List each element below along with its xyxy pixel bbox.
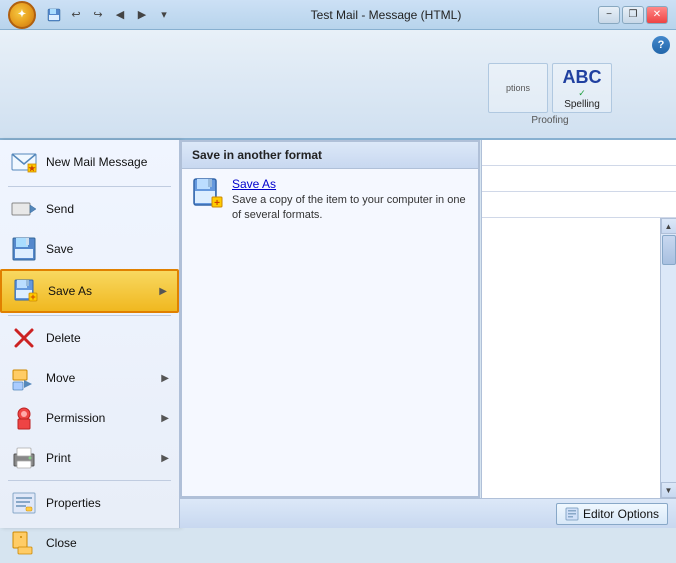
office-button[interactable]: ✦ — [8, 1, 36, 29]
ribbon: ? ptions ABC ✓ Spelling Proofing — [0, 30, 676, 140]
move-label: Move — [46, 371, 153, 385]
editor-options-icon — [565, 507, 579, 521]
menu-item-permission[interactable]: Permission ▶ — [0, 398, 179, 438]
separator-2 — [8, 315, 171, 316]
new-mail-label: New Mail Message — [46, 155, 169, 169]
permission-arrow: ▶ — [161, 413, 169, 424]
save-icon — [10, 235, 38, 263]
menu-item-save-as[interactable]: + Save As ▶ — [0, 269, 179, 313]
menu-item-move[interactable]: Move ▶ — [0, 358, 179, 398]
redo-toolbar-btn[interactable]: ↪ — [88, 5, 108, 25]
editor-options-button[interactable]: Editor Options — [556, 503, 668, 525]
cc-field[interactable] — [482, 166, 676, 192]
to-field[interactable] — [482, 140, 676, 166]
restore-button[interactable]: ❐ — [622, 6, 644, 24]
separator-1 — [8, 186, 171, 187]
abc-text: ABC — [563, 67, 602, 88]
menu-item-new-mail[interactable]: ★ New Mail Message — [0, 140, 179, 184]
save-toolbar-btn[interactable] — [44, 5, 64, 25]
scrollbar: ▲ ▼ — [660, 218, 676, 498]
spelling-group-btn[interactable]: ABC ✓ Spelling — [552, 63, 612, 113]
new-mail-icon: ★ — [10, 148, 38, 176]
main-area: ▲ ▼ ★ New Mail Me — [0, 140, 676, 528]
title-bar-left: ✦ ↩ ↪ ◀ ▶ ▾ — [8, 1, 174, 29]
menu-item-properties[interactable]: Properties — [0, 483, 179, 523]
customize-toolbar-btn[interactable]: ▾ — [154, 5, 174, 25]
save-as-arrow: ▶ — [159, 286, 167, 297]
scroll-track — [661, 234, 676, 482]
print-label: Print — [46, 451, 153, 465]
submenu-panel: Save in another format + Save As Save a … — [180, 140, 480, 498]
separator-3 — [8, 480, 171, 481]
properties-icon — [10, 489, 38, 517]
svg-text:★: ★ — [28, 164, 36, 173]
forward-toolbar-btn[interactable]: ▶ — [132, 5, 152, 25]
ribbon-right: ptions ABC ✓ Spelling Proofing — [476, 30, 676, 138]
send-label: Send — [46, 202, 169, 216]
proofing-group-label: Proofing — [531, 115, 568, 126]
menu-item-close[interactable]: Close — [0, 523, 179, 563]
menu-item-send[interactable]: Send — [0, 189, 179, 229]
send-icon — [10, 195, 38, 223]
quick-access-toolbar: ↩ ↪ ◀ ▶ ▾ — [44, 5, 174, 25]
email-area: ▲ ▼ — [481, 140, 676, 498]
submenu-item-desc: Save a copy of the item to your computer… — [232, 193, 468, 224]
office-icon: ✦ — [18, 9, 26, 20]
submenu-content: Save As Save a copy of the item to your … — [232, 177, 468, 224]
options-group-btn[interactable]: ptions — [488, 63, 548, 113]
move-arrow: ▶ — [161, 373, 169, 384]
print-arrow: ▶ — [161, 453, 169, 464]
close-label: Close — [46, 536, 169, 550]
editor-options-label: Editor Options — [583, 507, 659, 521]
window-controls: − ❐ ✕ — [598, 6, 668, 24]
menu-item-print[interactable]: Print ▶ — [0, 438, 179, 478]
print-icon — [10, 444, 38, 472]
svg-text:+: + — [214, 198, 220, 209]
editor-options-bar: Editor Options — [180, 498, 676, 528]
svg-text:+: + — [30, 292, 35, 302]
title-bar: ✦ ↩ ↪ ◀ ▶ ▾ Test Mail - Message (HTML) −… — [0, 0, 676, 30]
options-label: ptions — [506, 83, 530, 93]
menu-item-save[interactable]: Save — [0, 229, 179, 269]
scroll-up-arrow[interactable]: ▲ — [661, 218, 676, 234]
scroll-thumb[interactable] — [662, 235, 676, 265]
window-title: Test Mail - Message (HTML) — [174, 8, 598, 22]
properties-label: Properties — [46, 496, 169, 510]
undo-toolbar-btn[interactable]: ↩ — [66, 5, 86, 25]
back-toolbar-btn[interactable]: ◀ — [110, 5, 130, 25]
delete-icon — [10, 324, 38, 352]
submenu-header: Save in another format — [182, 142, 478, 169]
permission-label: Permission — [46, 411, 153, 425]
save-as-label: Save As — [48, 284, 151, 298]
save-label: Save — [46, 242, 169, 256]
save-as-icon: + — [12, 277, 40, 305]
email-body[interactable]: ▲ ▼ — [482, 218, 676, 498]
delete-label: Delete — [46, 331, 169, 345]
menu-item-delete[interactable]: Delete — [0, 318, 179, 358]
subject-field[interactable] — [482, 192, 676, 218]
scroll-down-arrow[interactable]: ▼ — [661, 482, 676, 498]
close-button[interactable]: ✕ — [646, 6, 668, 24]
move-icon — [10, 364, 38, 392]
submenu-item-save-as[interactable]: + Save As Save a copy of the item to you… — [182, 169, 478, 232]
submenu-save-as-icon: + — [192, 177, 224, 209]
submenu-item-title: Save As — [232, 177, 468, 191]
proofing-group: ptions ABC ✓ Spelling Proofing — [484, 59, 616, 130]
spelling-label: Spelling — [564, 99, 600, 110]
minimize-button[interactable]: − — [598, 6, 620, 24]
dropdown-menu: ★ New Mail Message Send — [0, 140, 180, 528]
checkmark: ✓ — [578, 88, 586, 99]
close-icon — [10, 529, 38, 557]
permission-icon — [10, 404, 38, 432]
